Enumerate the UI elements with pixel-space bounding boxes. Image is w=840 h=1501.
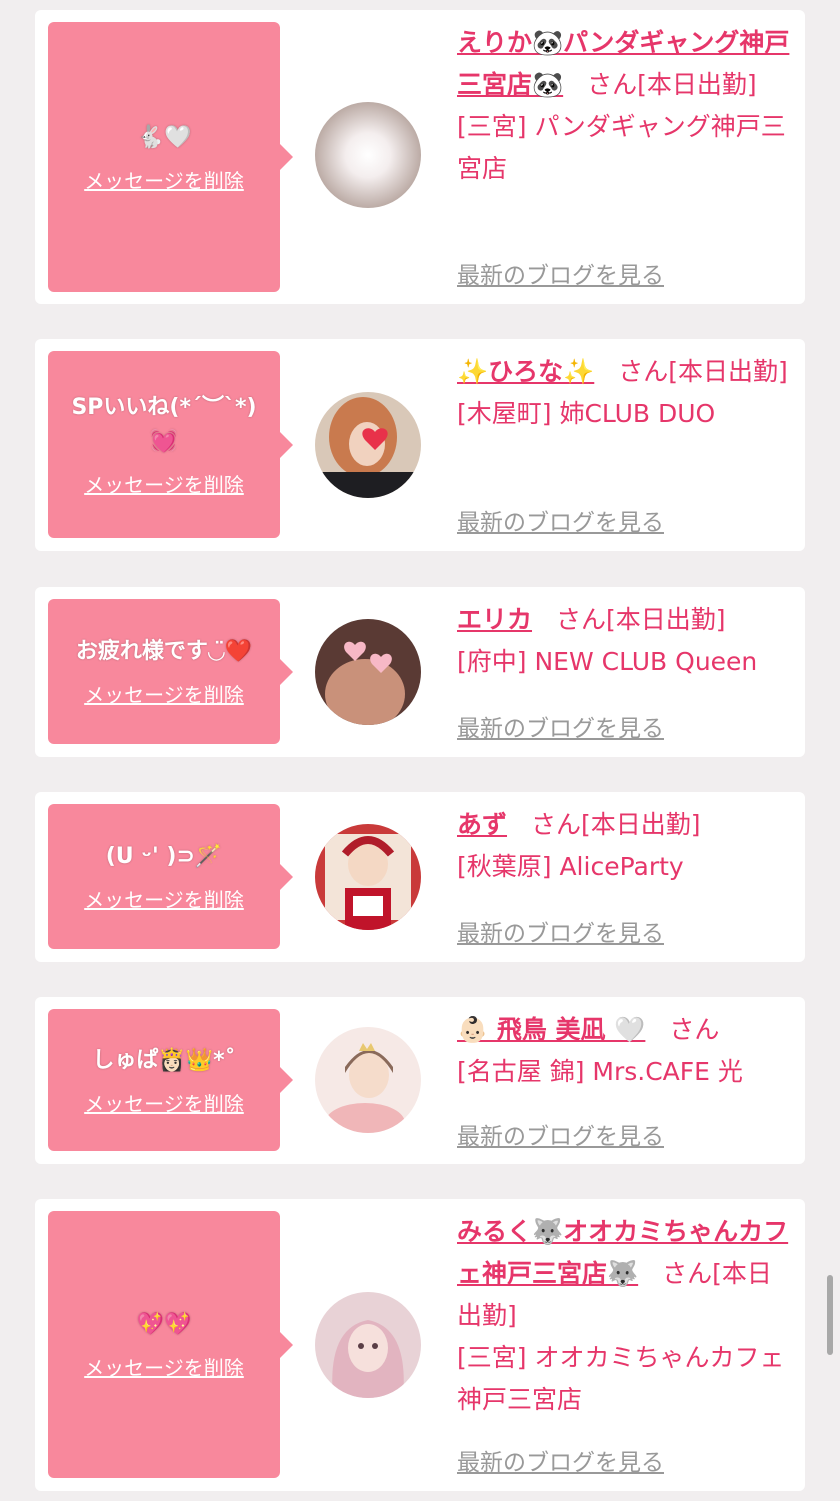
avatar[interactable]	[315, 824, 421, 930]
message-bubble: お疲れ様です◡̈❤️ メッセージを削除	[48, 599, 293, 744]
shop-label: [木屋町] 姉CLUB DUO	[457, 399, 716, 428]
shop-label: [府中] NEW CLUB Queen	[457, 647, 758, 676]
scrollbar-thumb[interactable]	[827, 1275, 833, 1355]
latest-blog-link[interactable]: 最新のブログを見る	[457, 1117, 664, 1151]
delete-message-link[interactable]: メッセージを削除	[84, 679, 244, 708]
message-text: お疲れ様です◡̈❤️	[75, 639, 253, 664]
san-label: さん	[556, 605, 607, 634]
avatar[interactable]	[315, 1027, 421, 1133]
san-label: さん	[669, 1015, 720, 1044]
cast-info: みるく🐺オオカミちゃんカフェ神戸三宮店🐺 さん[本日出勤] [三宮] オオカミちゃ…	[457, 1211, 792, 1421]
delete-message-link[interactable]: メッセージを削除	[84, 165, 244, 194]
message-bubble: (U ᵕ' )⊃🪄 メッセージを削除	[48, 804, 293, 949]
message-text: 🐇🤍	[136, 124, 192, 150]
message-text: SPいいね(*´︶`*)💓	[71, 395, 257, 454]
status-label: [本日出勤]	[606, 605, 726, 634]
latest-blog-link[interactable]: 最新のブログを見る	[457, 709, 664, 743]
san-label: さん	[587, 70, 638, 99]
message-text: 💖💖	[136, 1312, 192, 1337]
latest-blog-link[interactable]: 最新のブログを見る	[457, 1443, 664, 1477]
latest-blog-link[interactable]: 最新のブログを見る	[457, 503, 664, 537]
shop-label: [名古屋 錦] Mrs.CAFE 光	[457, 1057, 743, 1086]
message-card: 💖💖 メッセージを削除 みるく🐺オオカミちゃんカフェ神戸三宮店🐺 さん[本日出勤]…	[35, 1199, 805, 1491]
message-bubble: 💖💖 メッセージを削除	[48, 1211, 293, 1478]
message-text: しゅぱ👸🏻👑*˚	[92, 1047, 236, 1073]
shop-label: [三宮] オオカミちゃんカフェ神戸三宮店	[457, 1343, 785, 1414]
status-label: [本日出勤]	[581, 810, 701, 839]
message-card: お疲れ様です◡̈❤️ メッセージを削除 エリカ さん[本日出勤] [府中] NEW…	[35, 587, 805, 757]
message-bubble: しゅぱ👸🏻👑*˚ メッセージを削除	[48, 1009, 293, 1151]
message-card: 🐇🤍 メッセージを削除 えりか🐼パンダギャング神戸三宮店🐼 さん[本日出勤] [三…	[35, 10, 805, 304]
delete-message-link[interactable]: メッセージを削除	[84, 1088, 244, 1117]
avatar[interactable]	[315, 102, 421, 208]
latest-blog-link[interactable]: 最新のブログを見る	[457, 256, 664, 290]
avatar[interactable]	[315, 1292, 421, 1398]
message-bubble: SPいいね(*´︶`*)💓 メッセージを削除	[48, 351, 293, 538]
san-label: さん	[531, 810, 582, 839]
message-card: (U ᵕ' )⊃🪄 メッセージを削除 あず さん[本日出勤] [秋葉原] Alic…	[35, 792, 805, 962]
avatar[interactable]	[315, 619, 421, 725]
cast-name-link[interactable]: ✨ひろな✨	[457, 357, 594, 386]
san-label: さん	[618, 357, 669, 386]
message-card: しゅぱ👸🏻👑*˚ メッセージを削除 👶🏻 飛鳥 美凪 🤍 さん [名古屋 錦] M…	[35, 997, 805, 1164]
cast-info: あず さん[本日出勤] [秋葉原] AliceParty	[457, 804, 792, 888]
latest-blog-link[interactable]: 最新のブログを見る	[457, 914, 664, 948]
status-label: [本日出勤]	[637, 70, 757, 99]
san-label: さん	[662, 1259, 713, 1288]
message-card: SPいいね(*´︶`*)💓 メッセージを削除 ✨ひろな✨ さん[本日出勤] [木屋…	[35, 339, 805, 551]
cast-info: エリカ さん[本日出勤] [府中] NEW CLUB Queen	[457, 599, 792, 683]
message-bubble: 🐇🤍 メッセージを削除	[48, 22, 293, 292]
avatar[interactable]	[315, 392, 421, 498]
delete-message-link[interactable]: メッセージを削除	[84, 1352, 244, 1381]
delete-message-link[interactable]: メッセージを削除	[84, 469, 244, 498]
cast-info: ✨ひろな✨ さん[本日出勤] [木屋町] 姉CLUB DUO	[457, 351, 792, 435]
delete-message-link[interactable]: メッセージを削除	[84, 884, 244, 913]
cast-name-link[interactable]: 👶🏻 飛鳥 美凪 🤍	[457, 1015, 645, 1044]
status-label: [本日出勤]	[668, 357, 788, 386]
message-text: (U ᵕ' )⊃🪄	[105, 844, 223, 869]
cast-info: 👶🏻 飛鳥 美凪 🤍 さん [名古屋 錦] Mrs.CAFE 光	[457, 1009, 792, 1093]
shop-label: [秋葉原] AliceParty	[457, 852, 684, 881]
cast-name-link[interactable]: あず	[457, 810, 507, 839]
shop-label: [三宮] パンダギャング神戸三宮店	[457, 112, 786, 183]
cast-info: えりか🐼パンダギャング神戸三宮店🐼 さん[本日出勤] [三宮] パンダギャング神戸…	[457, 22, 792, 190]
cast-name-link[interactable]: エリカ	[457, 605, 532, 634]
